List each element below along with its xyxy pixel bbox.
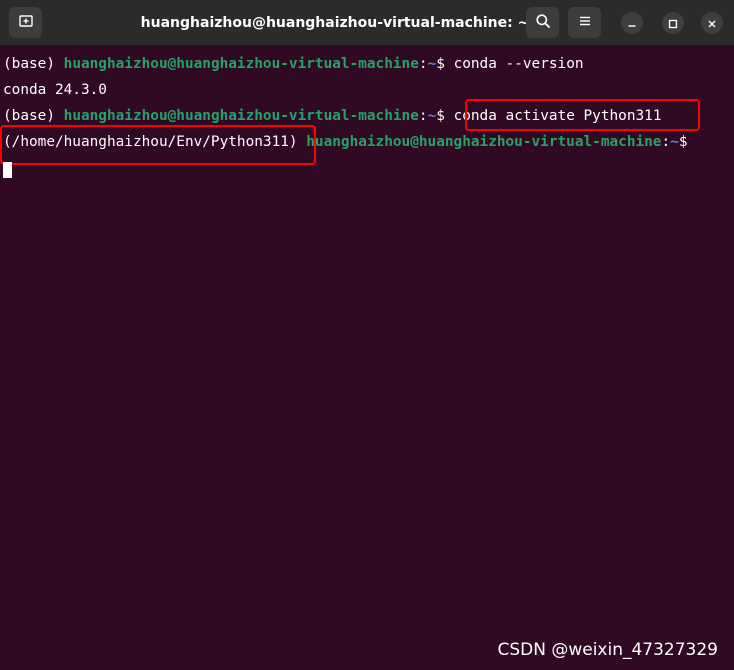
terminal-cursor xyxy=(3,162,12,178)
close-button[interactable] xyxy=(701,12,723,34)
watermark: CSDN @weixin_47327329 xyxy=(497,640,718,660)
prompt-symbol: $ xyxy=(436,108,454,124)
command-text: conda --version xyxy=(453,56,584,72)
new-tab-button[interactable] xyxy=(9,7,42,38)
user-host: huanghaizhou@huanghaizhou-virtual-machin… xyxy=(63,56,419,72)
conda-env-label: (base) xyxy=(3,56,64,72)
terminal-line-2: conda 24.3.0 xyxy=(3,80,107,100)
prompt-separator: : xyxy=(418,56,428,72)
minimize-button[interactable] xyxy=(621,12,643,34)
prompt-symbol: $ xyxy=(678,134,688,150)
maximize-button[interactable] xyxy=(662,12,684,34)
close-icon xyxy=(707,14,717,33)
hamburger-menu-icon xyxy=(578,13,592,32)
prompt-separator: : xyxy=(418,108,428,124)
prompt-path: ~ xyxy=(670,134,679,150)
terminal-window: huanghaizhou@huanghaizhou-virtual-machin… xyxy=(0,0,734,670)
minimize-icon xyxy=(627,14,637,33)
prompt-path: ~ xyxy=(427,56,437,72)
terminal-output-area[interactable]: (base) huanghaizhou@huanghaizhou-virtual… xyxy=(0,46,734,670)
menu-button[interactable] xyxy=(568,7,601,38)
titlebar: huanghaizhou@huanghaizhou-virtual-machin… xyxy=(0,0,734,46)
prompt-symbol: $ xyxy=(436,56,454,72)
command-output: conda 24.3.0 xyxy=(3,82,107,98)
prompt-path: ~ xyxy=(427,108,437,124)
conda-env-label: (base) xyxy=(3,108,64,124)
highlight-box-env xyxy=(0,125,316,165)
window-title: huanghaizhou@huanghaizhou-virtual-machin… xyxy=(140,15,530,31)
highlight-box-command xyxy=(465,99,700,131)
prompt-separator: : xyxy=(661,134,671,150)
search-icon xyxy=(535,13,551,33)
user-host: huanghaizhou@huanghaizhou-virtual-machin… xyxy=(306,134,662,150)
maximize-icon xyxy=(668,14,678,33)
search-button[interactable] xyxy=(526,7,559,38)
new-tab-icon xyxy=(18,13,34,33)
terminal-line-1: (base) huanghaizhou@huanghaizhou-virtual… xyxy=(3,54,584,74)
user-host: huanghaizhou@huanghaizhou-virtual-machin… xyxy=(63,108,419,124)
